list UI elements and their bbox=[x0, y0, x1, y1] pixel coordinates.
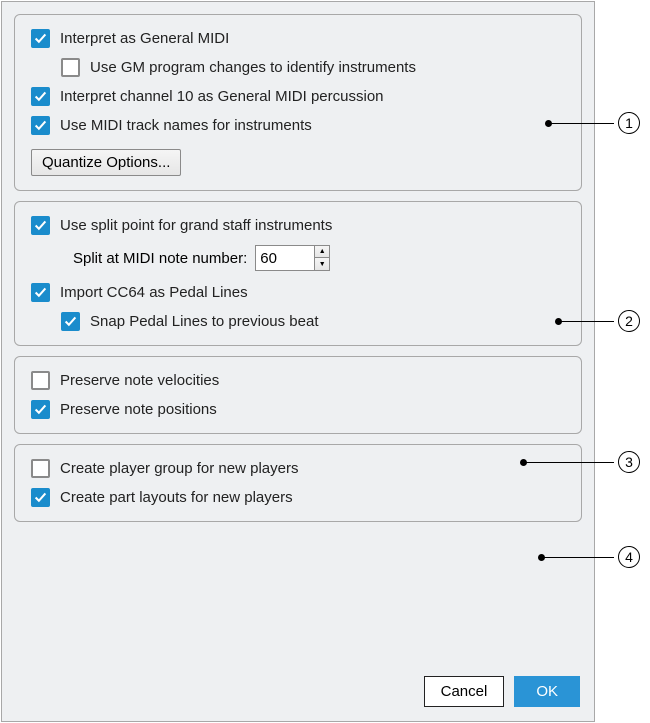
checkbox-midi-track-names[interactable] bbox=[31, 116, 50, 135]
checkbox-import-cc64[interactable] bbox=[31, 283, 50, 302]
label-create-parts: Create part layouts for new players bbox=[60, 489, 293, 506]
checkbox-channel10[interactable] bbox=[31, 87, 50, 106]
section-preserve: Preserve note velocities Preserve note p… bbox=[14, 356, 582, 434]
check-icon bbox=[34, 219, 47, 232]
label-use-split: Use split point for grand staff instrume… bbox=[60, 217, 332, 234]
label-split-note: Split at MIDI note number: bbox=[73, 250, 247, 267]
checkbox-create-group[interactable] bbox=[31, 459, 50, 478]
checkbox-use-gm-program[interactable] bbox=[61, 58, 80, 77]
check-icon bbox=[34, 286, 47, 299]
checkbox-snap-pedal[interactable] bbox=[61, 312, 80, 331]
spinner-down-button[interactable]: ▼ bbox=[315, 258, 329, 270]
label-use-gm-program: Use GM program changes to identify instr… bbox=[90, 59, 416, 76]
label-import-cc64: Import CC64 as Pedal Lines bbox=[60, 284, 248, 301]
label-channel10: Interpret channel 10 as General MIDI per… bbox=[60, 88, 384, 105]
section-split-pedal: Use split point for grand staff instrume… bbox=[14, 201, 582, 346]
dialog-buttons: Cancel OK bbox=[424, 676, 580, 707]
checkbox-use-split[interactable] bbox=[31, 216, 50, 235]
section-midi-interpretation: Interpret as General MIDI Use GM program… bbox=[14, 14, 582, 191]
label-snap-pedal: Snap Pedal Lines to previous beat bbox=[90, 313, 319, 330]
cancel-button[interactable]: Cancel bbox=[424, 676, 505, 707]
label-interpret-gm: Interpret as General MIDI bbox=[60, 30, 229, 47]
check-icon bbox=[34, 119, 47, 132]
spinner-split-note: ▲ ▼ bbox=[315, 245, 330, 271]
checkbox-preserve-pos[interactable] bbox=[31, 400, 50, 419]
input-split-note[interactable] bbox=[255, 245, 315, 271]
annotation-number: 4 bbox=[618, 546, 640, 568]
checkbox-interpret-gm[interactable] bbox=[31, 29, 50, 48]
checkbox-create-parts[interactable] bbox=[31, 488, 50, 507]
annotation-number: 1 bbox=[618, 112, 640, 134]
annotation-number: 3 bbox=[618, 451, 640, 473]
check-icon bbox=[34, 90, 47, 103]
dialog-panel: Interpret as General MIDI Use GM program… bbox=[1, 1, 595, 722]
check-icon bbox=[64, 315, 77, 328]
label-preserve-vel: Preserve note velocities bbox=[60, 372, 219, 389]
spinner-up-button[interactable]: ▲ bbox=[315, 246, 329, 258]
check-icon bbox=[34, 403, 47, 416]
section-players: Create player group for new players Crea… bbox=[14, 444, 582, 522]
label-midi-track-names: Use MIDI track names for instruments bbox=[60, 117, 312, 134]
quantize-options-button[interactable]: Quantize Options... bbox=[31, 149, 181, 176]
annotation-number: 2 bbox=[618, 310, 640, 332]
ok-button[interactable]: OK bbox=[514, 676, 580, 707]
label-create-group: Create player group for new players bbox=[60, 460, 298, 477]
check-icon bbox=[34, 32, 47, 45]
check-icon bbox=[34, 491, 47, 504]
checkbox-preserve-vel[interactable] bbox=[31, 371, 50, 390]
label-preserve-pos: Preserve note positions bbox=[60, 401, 217, 418]
